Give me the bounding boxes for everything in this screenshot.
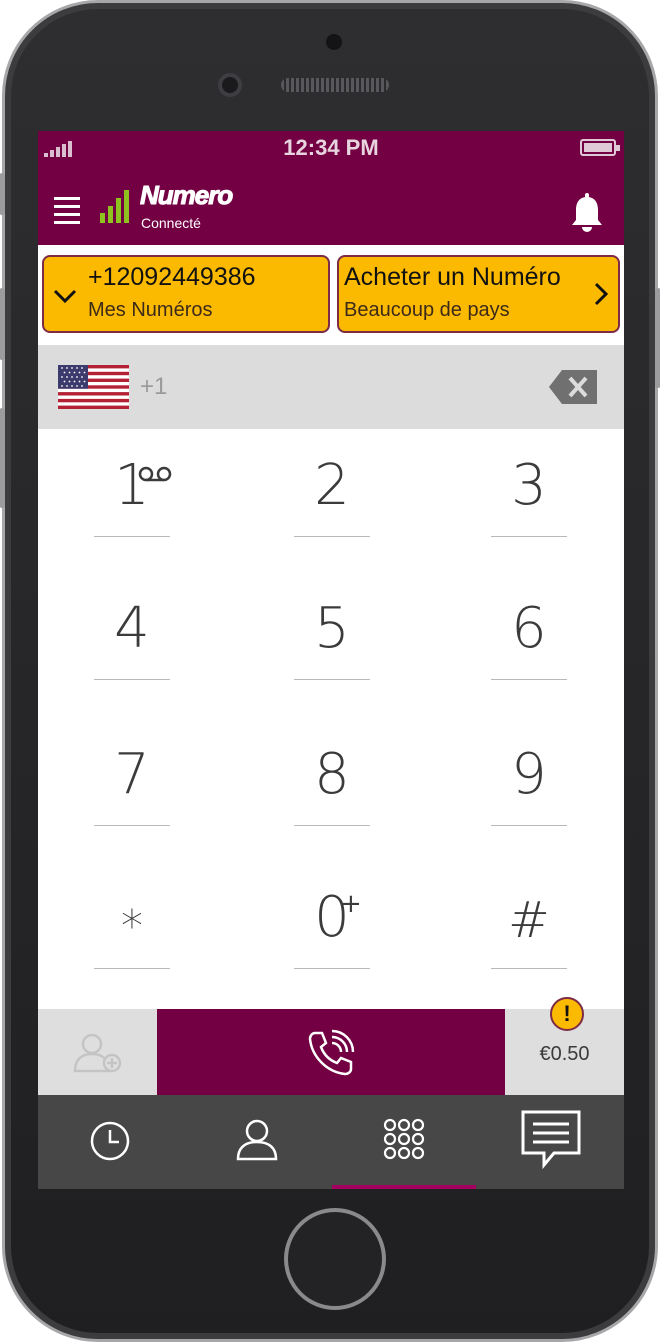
chevron-right-icon (594, 282, 609, 306)
key-digit: 2 (314, 453, 350, 518)
tab-contacts[interactable] (184, 1095, 330, 1189)
power-button (655, 288, 660, 388)
my-number: +12092449386 (88, 263, 256, 291)
key-underline (94, 825, 170, 826)
home-button[interactable] (284, 1208, 386, 1310)
warning-icon: ! (550, 997, 584, 1031)
key-1[interactable]: 1 (72, 429, 192, 559)
key-digit: 8 (314, 742, 350, 807)
key-underline (294, 679, 370, 680)
phone-call-icon (308, 1029, 355, 1076)
buy-number-card[interactable]: Acheter un Numéro Beaucoup de pays (337, 255, 620, 333)
backspace-icon[interactable] (548, 369, 598, 405)
app-logo: Numero (139, 180, 233, 211)
key-digit: 6 (511, 596, 547, 661)
key-underline (94, 536, 170, 537)
key-underline (94, 679, 170, 680)
key-digit: 5 (314, 596, 350, 661)
country-prefix: +1 (140, 373, 168, 400)
tab-recent-calls[interactable] (38, 1095, 184, 1189)
credit-amount: €0.50 (539, 1043, 590, 1065)
key-underline (491, 968, 567, 969)
buy-number-subtitle: Beaucoup de pays (344, 299, 510, 321)
key-digit: 3 (511, 453, 547, 518)
menu-icon[interactable] (54, 197, 80, 224)
key-2[interactable]: 2 (272, 429, 392, 559)
front-camera (218, 73, 242, 97)
chevron-down-icon (53, 289, 77, 304)
add-contact-button[interactable] (38, 1009, 157, 1095)
key-underline (294, 825, 370, 826)
volume-down-button (0, 408, 5, 508)
key-star[interactable]: * (72, 861, 192, 991)
volume-up-button (0, 288, 5, 360)
tab-bar (38, 1095, 624, 1189)
key-underline (491, 536, 567, 537)
tab-keypad[interactable] (332, 1095, 478, 1189)
buy-number-title: Acheter un Numéro (344, 263, 561, 291)
key-6[interactable]: 6 (469, 572, 589, 702)
key-9[interactable]: 9 (469, 718, 589, 848)
silent-switch (0, 173, 5, 215)
my-numbers-card[interactable]: +12092449386 Mes Numéros (42, 255, 330, 333)
key-digit: 4 (114, 596, 150, 661)
key-digit: 7 (114, 742, 150, 807)
battery-icon (580, 139, 620, 156)
dial-entry: +1 (38, 345, 624, 429)
key-hash[interactable]: # (469, 861, 589, 991)
contacts-icon (236, 1119, 278, 1161)
status-bar: 12:34 PM (38, 131, 624, 165)
messages-icon (521, 1110, 581, 1169)
key-underline (491, 825, 567, 826)
key-digit: 0 (314, 885, 350, 950)
proximity-sensor (326, 34, 342, 50)
us-flag-icon[interactable] (58, 365, 129, 409)
key-digit: * (121, 901, 143, 952)
status-time: 12:34 PM (283, 135, 379, 160)
voicemail-icon (138, 466, 172, 482)
key-digit: 1 (114, 453, 150, 518)
my-numbers-label: Mes Numéros (88, 299, 213, 321)
app-bar: Numero Connecté (38, 165, 624, 245)
connection-strength-icon (100, 187, 130, 223)
key-7[interactable]: 7 (72, 718, 192, 848)
key-underline (294, 968, 370, 969)
recent-calls-icon (90, 1121, 130, 1161)
keypad-icon (383, 1118, 425, 1160)
add-contact-icon (73, 1033, 122, 1073)
number-cards: +12092449386 Mes Numéros Acheter un Numé… (38, 245, 624, 345)
key-digit: # (508, 891, 550, 949)
key-0[interactable]: 0 + (272, 861, 392, 991)
key-4[interactable]: 4 (72, 572, 192, 702)
bell-icon[interactable] (570, 193, 604, 233)
key-digit: 9 (511, 742, 547, 807)
call-button[interactable] (157, 1009, 505, 1095)
key-underline (294, 536, 370, 537)
active-tab-indicator (332, 1185, 476, 1189)
key-plus-sup: + (340, 889, 362, 919)
tab-messages[interactable] (478, 1095, 624, 1189)
key-5[interactable]: 5 (272, 572, 392, 702)
key-3[interactable]: 3 (469, 429, 589, 559)
key-underline (94, 968, 170, 969)
connection-status: Connecté (141, 215, 201, 231)
screen: 12:34 PM Numero Connecté +12092449386 Me… (38, 131, 624, 1189)
earpiece-speaker (281, 78, 389, 92)
credit-panel[interactable]: ! €0.50 (505, 997, 624, 1095)
keypad: 1 2 3 4 5 6 7 8 9 * 0 + # (38, 429, 624, 1009)
key-underline (491, 679, 567, 680)
key-8[interactable]: 8 (272, 718, 392, 848)
action-bar: ! €0.50 (38, 997, 624, 1095)
